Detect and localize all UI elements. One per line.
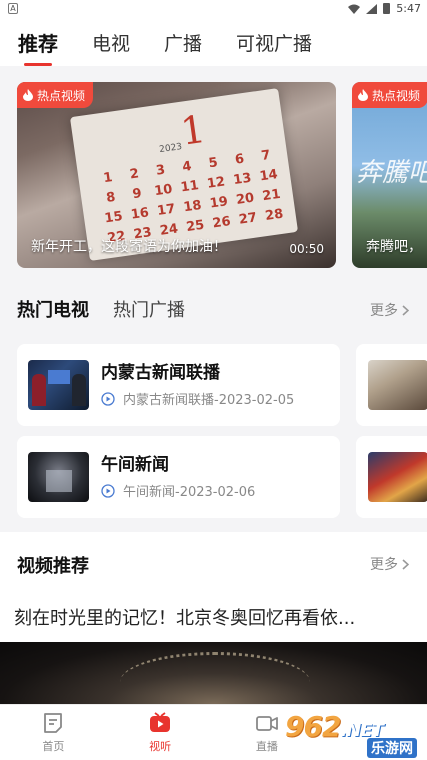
program-thumbnail bbox=[28, 360, 89, 410]
tab-hot-radio[interactable]: 热门广播 bbox=[113, 296, 185, 322]
badge-label: 热点视频 bbox=[37, 88, 86, 103]
camera-icon bbox=[255, 715, 278, 731]
chevron-right-icon bbox=[402, 558, 409, 570]
video-duration: 00:50 bbox=[289, 242, 324, 256]
video-headline[interactable]: 刻在时光里的记忆！北京冬奥回忆再看依... bbox=[14, 604, 355, 630]
banner-caption: 新年开工，这段寄语为你加油！ bbox=[31, 239, 227, 255]
play-circle-icon bbox=[101, 391, 115, 406]
anchor-figure bbox=[72, 374, 86, 406]
banner-overlay-text: 奔騰吧 bbox=[356, 158, 427, 188]
nav-audiovisual-label: 视听 bbox=[149, 739, 172, 753]
flame-icon bbox=[23, 89, 33, 101]
program-thumbnail bbox=[28, 452, 89, 502]
calendar-year: 2023 bbox=[158, 142, 183, 156]
program-meta: 午间新闻-2023-02-06 bbox=[101, 481, 255, 500]
calendar-month-number: 1 bbox=[177, 106, 209, 154]
banner-carousel: 1 2023 1234567 8 9 10 11 12 13 14 15 16 17 18 19 20… bbox=[0, 66, 427, 276]
hot-video-badge: 热点视频 bbox=[17, 82, 94, 108]
video-more-button[interactable]: 更多 bbox=[370, 554, 409, 574]
program-card[interactable] bbox=[356, 436, 427, 518]
banner-card[interactable]: 奔騰吧 热点视频 奔腾吧， bbox=[352, 82, 427, 268]
video-thumbnail[interactable] bbox=[0, 642, 427, 704]
program-card[interactable]: 午间新闻 午间新闻-2023-02-06 bbox=[17, 436, 340, 518]
program-card[interactable]: 内蒙古新闻联播 内蒙古新闻联播-2023-02-05 bbox=[17, 344, 340, 426]
watermark-subtext: 乐游网 bbox=[367, 738, 417, 758]
play-video-icon bbox=[150, 711, 171, 732]
chevron-right-icon bbox=[402, 304, 409, 316]
signal-icon bbox=[366, 3, 378, 14]
tab-visual-radio[interactable]: 可视广播 bbox=[236, 29, 312, 56]
nav-live-label: 直播 bbox=[255, 739, 278, 753]
calendar-grid: 1234567 8 9 10 11 12 13 14 15 16 17 18 19 20 21 22 23… bbox=[102, 147, 285, 247]
site-watermark-logo: 962.NET 乐游网 bbox=[285, 710, 423, 758]
more-label: 更多 bbox=[370, 557, 398, 573]
firework-image bbox=[120, 652, 310, 712]
top-tab-bar: 推荐 电视 广播 可视广播 bbox=[0, 18, 427, 66]
tab-recommend[interactable]: 推荐 bbox=[18, 28, 58, 66]
program-meta-text: 内蒙古新闻联播-2023-02-05 bbox=[123, 393, 295, 408]
tab-radio[interactable]: 广播 bbox=[164, 29, 202, 56]
program-card[interactable] bbox=[356, 344, 427, 426]
calendar-image: 1 2023 1234567 8 9 10 11 12 13 14 15 16 17 18 19 20… bbox=[69, 88, 299, 261]
more-label: 更多 bbox=[370, 303, 398, 319]
studio-screen bbox=[48, 370, 70, 384]
banner-caption: 奔腾吧， bbox=[366, 239, 422, 255]
hot-section-tabs: 热门电视 热门广播 bbox=[17, 296, 185, 322]
status-bar: A 5:47 bbox=[0, 0, 427, 18]
program-thumbnail bbox=[368, 452, 427, 502]
video-recommend-section: 视频推荐 更多 刻在时光里的记忆！北京冬奥回忆再看依... bbox=[0, 532, 427, 704]
anchor-figure bbox=[32, 374, 46, 406]
wifi-icon bbox=[348, 4, 361, 14]
tab-hot-tv[interactable]: 热门电视 bbox=[17, 296, 89, 322]
hot-video-badge: 热点视频 bbox=[352, 82, 427, 108]
video-section-title: 视频推荐 bbox=[17, 556, 89, 577]
clock: 5:47 bbox=[396, 2, 421, 15]
play-circle-icon bbox=[101, 483, 115, 498]
app-notification-icon: A bbox=[8, 3, 18, 14]
status-bar-right: 5:47 bbox=[348, 2, 421, 15]
hot-more-button[interactable]: 更多 bbox=[370, 300, 409, 320]
program-meta-text: 午间新闻-2023-02-06 bbox=[123, 485, 256, 500]
nav-home[interactable]: 首页 bbox=[0, 705, 107, 760]
home-doc-icon bbox=[44, 712, 63, 733]
program-title: 午间新闻 bbox=[101, 455, 169, 475]
nav-audiovisual[interactable]: 视听 bbox=[107, 705, 214, 760]
nav-home-label: 首页 bbox=[42, 739, 65, 753]
battery-icon bbox=[383, 3, 391, 14]
program-meta: 内蒙古新闻联播-2023-02-05 bbox=[101, 389, 294, 408]
tab-tv[interactable]: 电视 bbox=[92, 29, 130, 56]
stage-image bbox=[46, 470, 72, 492]
flame-icon bbox=[358, 89, 368, 101]
program-thumbnail bbox=[368, 360, 427, 410]
badge-label: 热点视频 bbox=[372, 88, 421, 103]
program-title: 内蒙古新闻联播 bbox=[101, 363, 220, 383]
banner-card[interactable]: 1 2023 1234567 8 9 10 11 12 13 14 15 16 17 18 19 20… bbox=[17, 82, 336, 268]
hot-section: 热门电视 热门广播 更多 内蒙古新闻联播 内蒙古新闻联播-2023-02-05 … bbox=[0, 276, 427, 532]
